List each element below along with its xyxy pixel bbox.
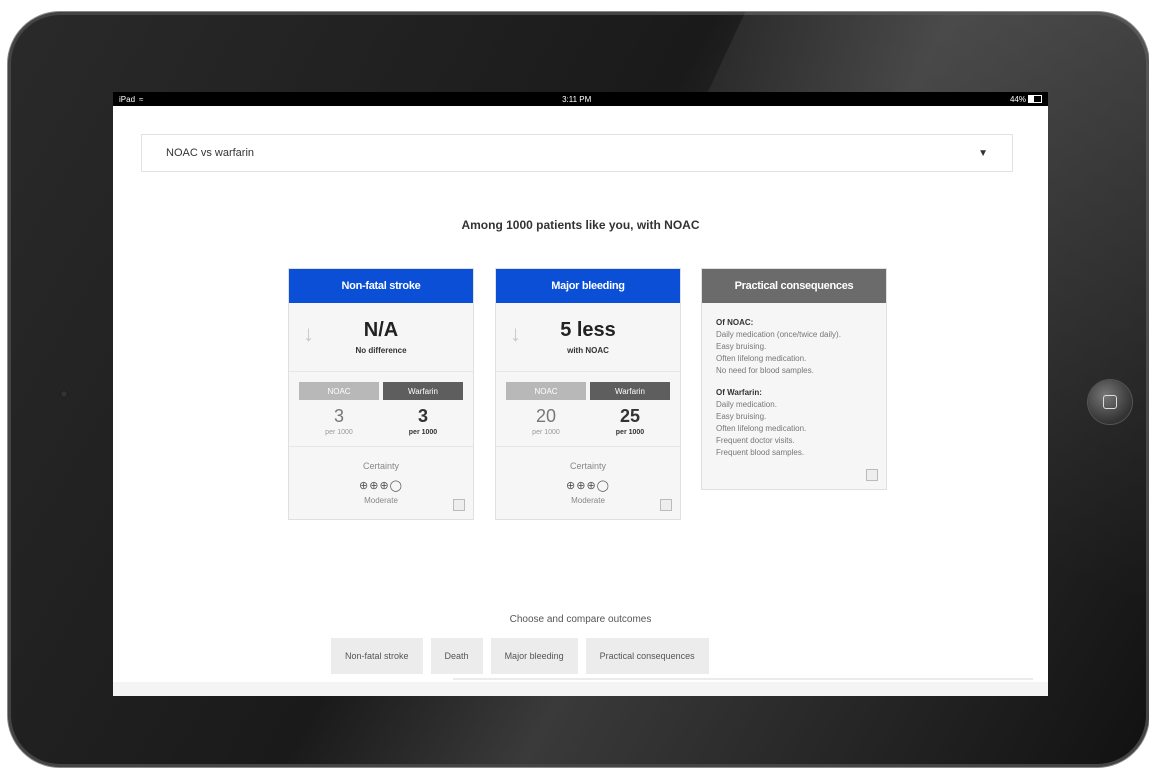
chip-practical-consequences[interactable]: Practical consequences bbox=[585, 638, 709, 674]
effect-summary: ↓ 5 less with NOAC bbox=[496, 303, 680, 372]
arrow-down-icon: ↓ bbox=[510, 321, 521, 346]
noac-value: 20 bbox=[535, 406, 557, 426]
card-title: Major bleeding bbox=[496, 269, 680, 303]
noac-unit: per 1000 bbox=[532, 429, 560, 436]
certainty-rating: Moderate bbox=[571, 496, 605, 505]
chip-major-bleeding[interactable]: Major bleeding bbox=[490, 638, 578, 674]
outcome-card-non-fatal-stroke: Non-fatal stroke ↓ N/A No difference NOA… bbox=[288, 268, 474, 520]
list-item: No need for blood samples. bbox=[716, 366, 814, 375]
effect-value: N/A bbox=[363, 319, 399, 341]
practical-consequences-list: Of NOAC: Daily medication (once/twice da… bbox=[702, 303, 886, 489]
info-icon[interactable] bbox=[866, 469, 878, 481]
effect-description: with NOAC bbox=[567, 346, 609, 355]
outcome-chips: Non-fatal stroke Death Major bleeding Pr… bbox=[331, 638, 709, 674]
warfarin-value: 3 bbox=[417, 406, 428, 426]
comparison-values: NOAC 3 per 1000 Warfarin 3 per 1000 bbox=[289, 372, 473, 436]
divider bbox=[453, 678, 1033, 680]
main-panel: NOAC vs warfarin ▼ Among 1000 patients l… bbox=[113, 106, 1048, 682]
dropdown-arrow-icon: ▼ bbox=[978, 147, 988, 159]
card-title: Non-fatal stroke bbox=[289, 269, 473, 303]
battery-icon bbox=[1028, 95, 1042, 104]
wifi-icon: ≈ bbox=[139, 94, 144, 104]
effect-value: 5 less bbox=[560, 319, 616, 341]
noac-value: 3 bbox=[333, 406, 344, 426]
outcome-card-major-bleeding: Major bleeding ↓ 5 less with NOAC NOAC 2… bbox=[495, 268, 681, 520]
certainty-label: Certainty bbox=[569, 461, 606, 471]
comparison-select[interactable]: NOAC vs warfarin ▼ bbox=[141, 134, 1013, 172]
comparison-select-value: NOAC vs warfarin bbox=[166, 147, 255, 159]
comparison-values: NOAC 20 per 1000 Warfarin 25 per 1000 bbox=[496, 372, 680, 436]
certainty-label: Certainty bbox=[362, 461, 399, 471]
home-icon bbox=[1103, 395, 1117, 409]
list-item: Frequent blood samples. bbox=[716, 448, 805, 457]
arrow-down-icon: ↓ bbox=[303, 321, 314, 346]
list-item: Daily medication (once/twice daily). bbox=[716, 330, 841, 339]
warfarin-value: 25 bbox=[619, 406, 641, 426]
noac-unit: per 1000 bbox=[325, 429, 353, 436]
warfarin-tag: Warfarin bbox=[590, 382, 670, 400]
screen: iPad ≈ 3:11 PM 44% NOAC vs warfarin ▼ Am… bbox=[113, 92, 1048, 696]
certainty-section: Certainty ⊕⊕⊕◯ Moderate bbox=[289, 446, 473, 519]
certainty-rating-icon: ⊕⊕⊕◯ bbox=[359, 480, 403, 492]
outcome-card-practical-consequences: Practical consequences Of NOAC: Daily me… bbox=[701, 268, 887, 490]
status-time: 3:11 PM bbox=[562, 94, 592, 104]
certainty-rating-icon: ⊕⊕⊕◯ bbox=[566, 480, 610, 492]
certainty-section: Certainty ⊕⊕⊕◯ Moderate bbox=[496, 446, 680, 519]
list-item: Easy bruising. bbox=[716, 412, 767, 421]
page-title: Among 1000 patients like you, with NOAC bbox=[461, 218, 700, 232]
chip-non-fatal-stroke[interactable]: Non-fatal stroke bbox=[331, 638, 423, 674]
warfarin-unit: per 1000 bbox=[408, 429, 438, 436]
camera-icon bbox=[60, 390, 68, 398]
effect-summary: ↓ N/A No difference bbox=[289, 303, 473, 372]
list-item: Easy bruising. bbox=[716, 342, 767, 351]
status-bar: iPad ≈ 3:11 PM 44% bbox=[113, 92, 1048, 106]
warfarin-heading: Of Warfarin: bbox=[716, 388, 762, 397]
certainty-rating: Moderate bbox=[364, 496, 398, 505]
noac-tag: NOAC bbox=[299, 382, 379, 400]
home-button[interactable] bbox=[1088, 380, 1132, 424]
noac-tag: NOAC bbox=[506, 382, 586, 400]
info-icon[interactable] bbox=[660, 499, 672, 511]
warfarin-tag: Warfarin bbox=[383, 382, 463, 400]
list-item: Frequent doctor visits. bbox=[716, 436, 795, 445]
list-item: Often lifelong medication. bbox=[716, 354, 807, 363]
battery-status: 44% bbox=[1010, 95, 1042, 104]
list-item: Daily medication. bbox=[716, 400, 777, 409]
warfarin-unit: per 1000 bbox=[615, 429, 645, 436]
noac-heading: Of NOAC: bbox=[716, 318, 754, 327]
effect-description: No difference bbox=[355, 346, 407, 355]
chip-death[interactable]: Death bbox=[430, 638, 483, 674]
device-name: iPad bbox=[119, 94, 136, 104]
compare-outcomes-title: Choose and compare outcomes bbox=[509, 614, 652, 625]
card-title: Practical consequences bbox=[702, 269, 886, 303]
list-item: Often lifelong medication. bbox=[716, 424, 807, 433]
info-icon[interactable] bbox=[453, 499, 465, 511]
